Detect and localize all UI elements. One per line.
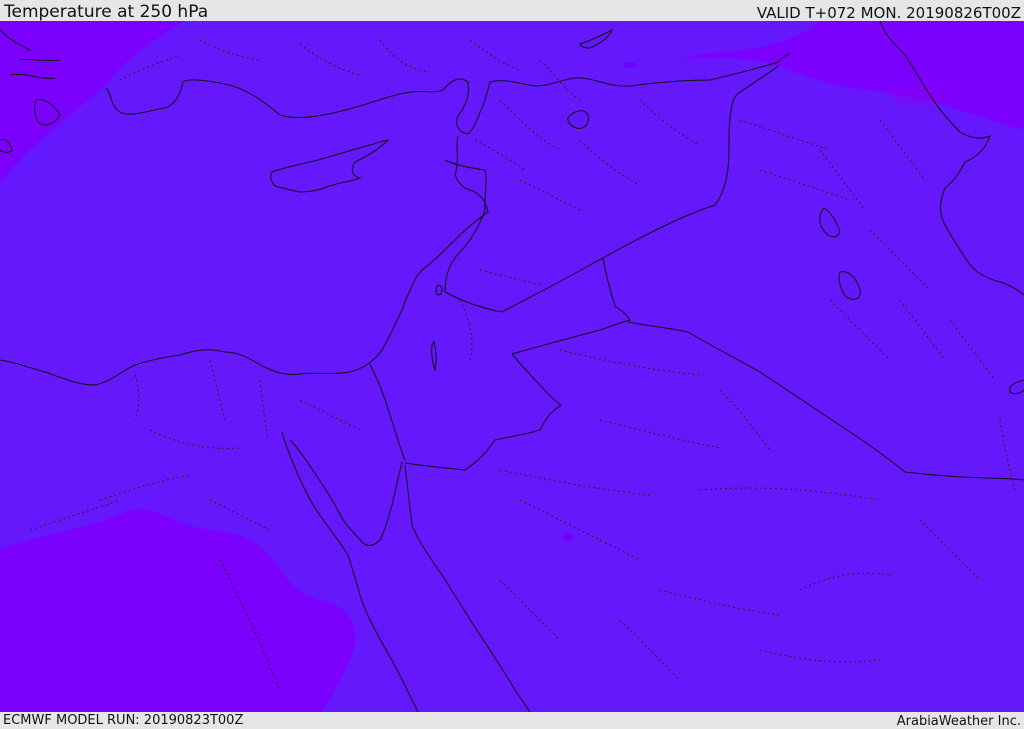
map-canvas xyxy=(0,21,1024,712)
temperature-field-patch xyxy=(890,85,950,105)
header-bar: Temperature at 250 hPa VALID T+072 MON. … xyxy=(0,0,1024,21)
weather-map-frame: Temperature at 250 hPa VALID T+072 MON. … xyxy=(0,0,1024,729)
model-run-label: ECMWF MODEL RUN: 20190823T00Z xyxy=(3,713,244,728)
temperature-field-patch xyxy=(623,62,637,68)
credit-label: ArabiaWeather Inc. xyxy=(896,714,1021,729)
temperature-field-patch xyxy=(563,533,573,541)
map-title: Temperature at 250 hPa xyxy=(4,2,209,22)
sea-of-galilee xyxy=(435,284,443,296)
temperature-map[interactable] xyxy=(0,21,1024,712)
footer-bar: ECMWF MODEL RUN: 20190823T00Z ArabiaWeat… xyxy=(0,712,1024,729)
valid-time-label: VALID T+072 MON. 20190826T00Z xyxy=(756,4,1021,22)
